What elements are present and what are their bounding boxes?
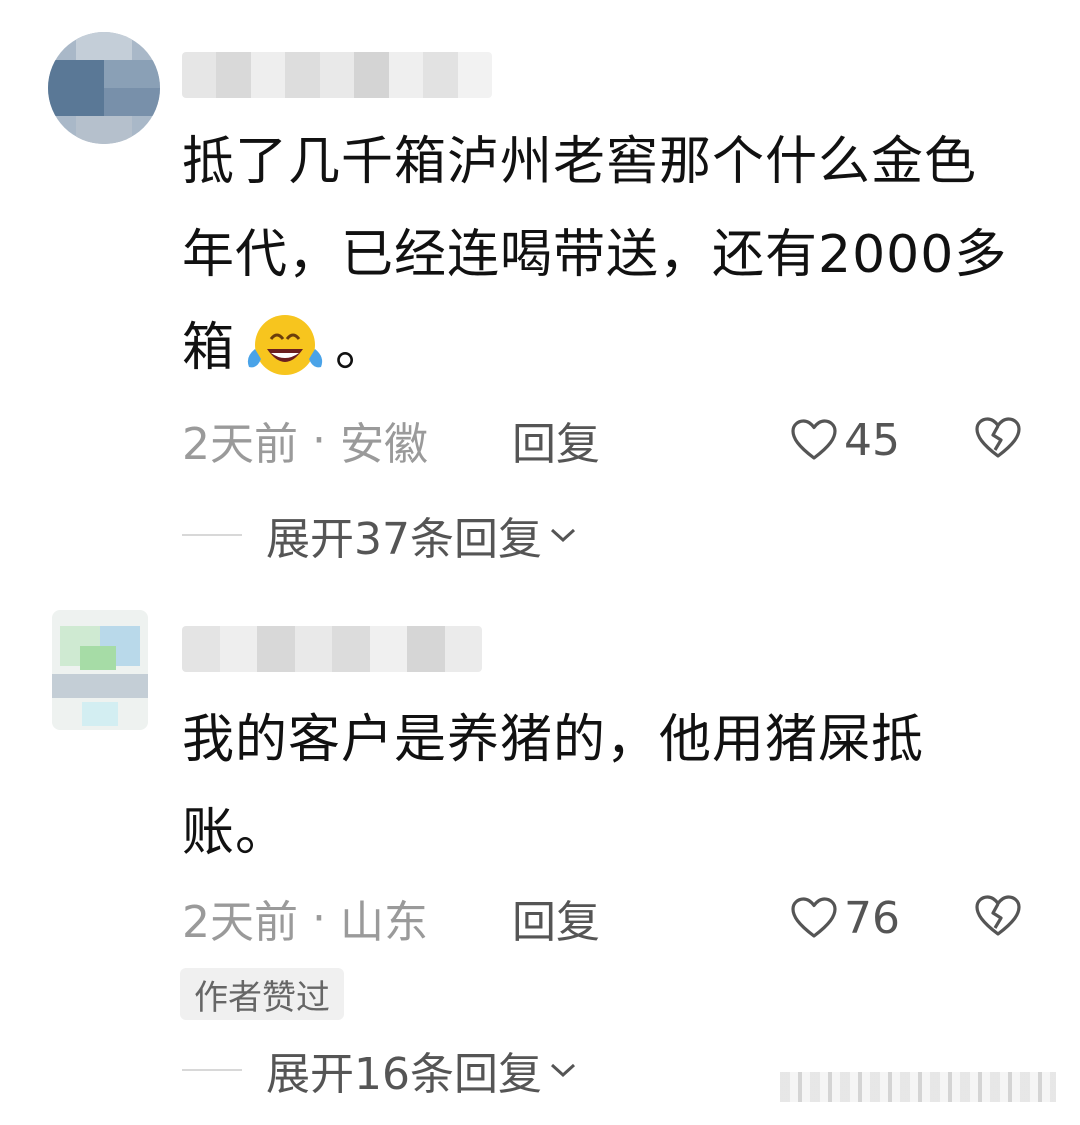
comment-location: 山东	[340, 897, 428, 948]
avatar[interactable]	[52, 610, 148, 730]
comment-meta: 2天前 · 安徽	[182, 410, 428, 471]
separator-dot: ·	[312, 892, 326, 944]
comment-location: 安徽	[340, 419, 428, 470]
comment-time: 2天前	[182, 419, 298, 470]
comment-meta: 2天前 · 山东	[182, 888, 428, 949]
broken-heart-icon	[975, 895, 1021, 936]
comment-time: 2天前	[182, 897, 298, 948]
laughing-tears-emoji	[241, 309, 329, 377]
avatar[interactable]	[48, 32, 160, 144]
blurred-watermark	[780, 1072, 1056, 1102]
expand-replies-button[interactable]: 展开16条回复	[182, 1040, 578, 1100]
expand-replies-button[interactable]: 展开37条回复	[182, 505, 578, 565]
divider-line	[182, 1069, 242, 1071]
expand-replies-label: 展开37条回复	[266, 514, 542, 565]
reply-button[interactable]: 回复	[512, 888, 600, 948]
chevron-down-icon	[550, 528, 576, 543]
broken-heart-icon	[975, 417, 1021, 458]
like-button[interactable]: 45	[790, 410, 900, 470]
username-blurred[interactable]	[182, 626, 482, 672]
reply-button[interactable]: 回复	[512, 410, 600, 470]
comment-text-end: 。	[335, 318, 389, 378]
divider-line	[182, 534, 242, 536]
dislike-button[interactable]	[974, 886, 1022, 946]
chevron-down-icon	[550, 1063, 576, 1078]
heart-outline-icon	[791, 897, 837, 938]
dislike-button[interactable]	[974, 408, 1022, 468]
like-count: 45	[844, 414, 900, 466]
comment-text: 我的客户是养猪的，他用猪屎抵账。	[182, 710, 925, 863]
expand-replies-label: 展开16条回复	[266, 1049, 542, 1100]
heart-outline-icon	[791, 419, 837, 460]
username-blurred[interactable]	[182, 52, 492, 98]
like-button[interactable]: 76	[790, 888, 900, 948]
separator-dot: ·	[312, 414, 326, 466]
like-count: 76	[844, 892, 900, 944]
author-liked-badge: 作者赞过	[180, 968, 344, 1020]
comment-text: 抵了几千箱泸州老窖那个什么金色年代，已经连喝带送，还有2000多箱 。	[182, 116, 1022, 395]
